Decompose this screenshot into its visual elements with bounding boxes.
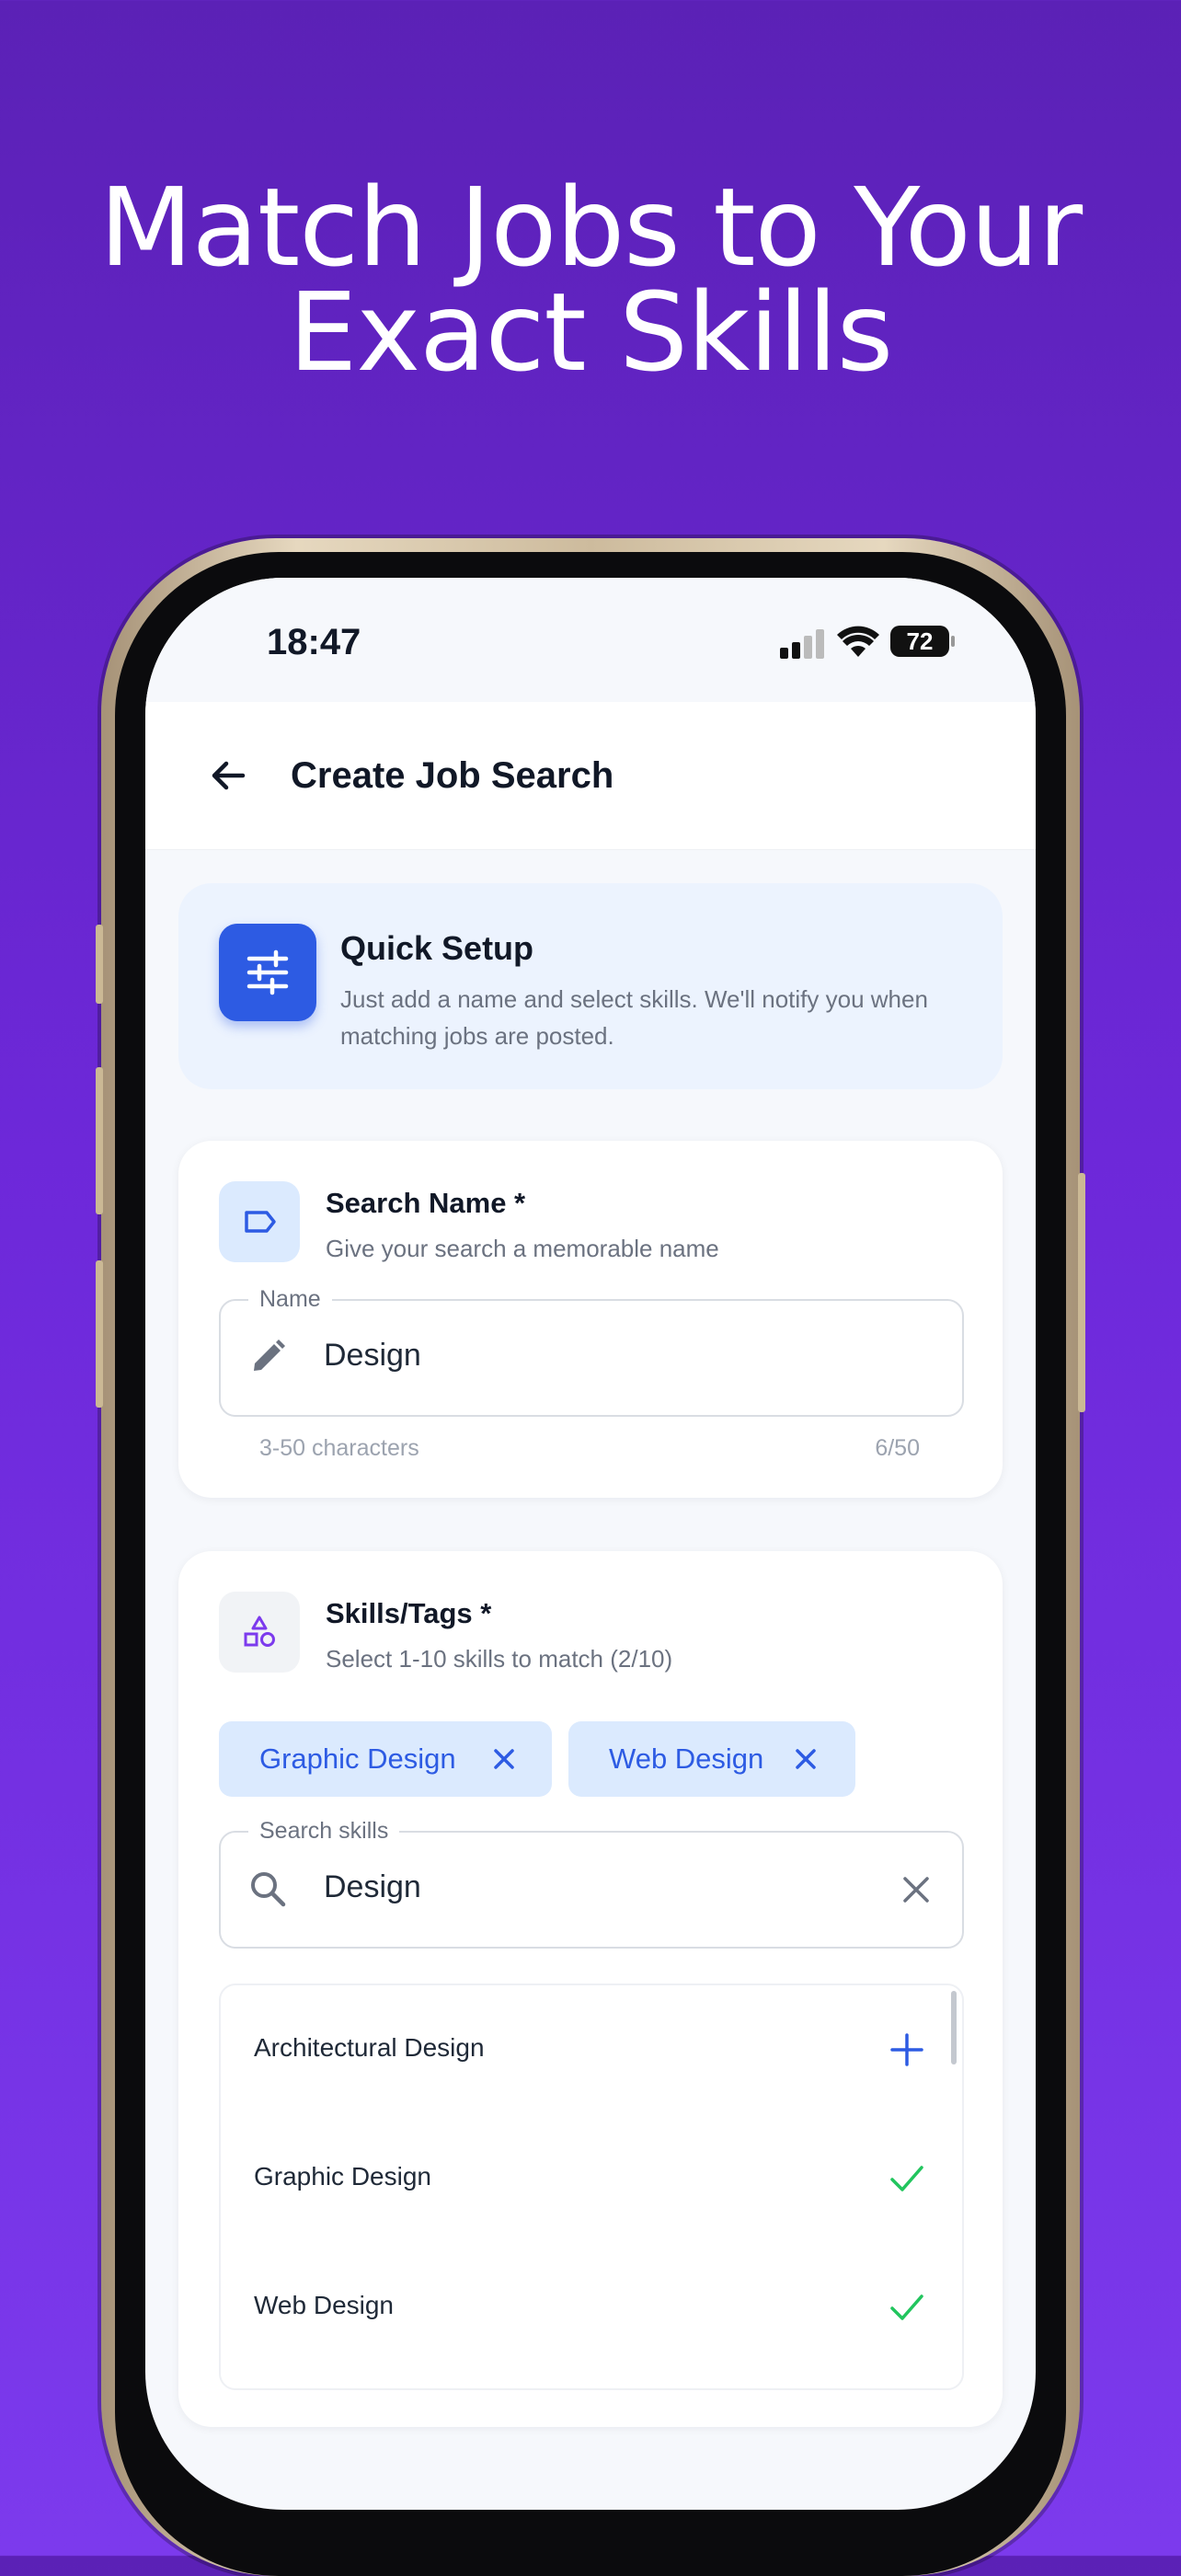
- name-field-value: Design: [324, 1338, 421, 1373]
- headline: Match Jobs to Your Exact Skills: [0, 164, 1181, 396]
- search-name-title: Search Name *: [326, 1187, 526, 1219]
- cellular-signal-icon: [780, 629, 826, 659]
- headline-line-1: Match Jobs to Your: [98, 164, 1083, 291]
- headline-line-2: Exact Skills: [288, 269, 893, 396]
- phone-screen: 18:47 72 Create Job Search Quick Setup J…: [145, 578, 1036, 2510]
- quick-setup-title: Quick Setup: [340, 929, 534, 967]
- skill-chip[interactable]: Graphic Design: [219, 1721, 552, 1797]
- phone-power-button: [1078, 1173, 1085, 1412]
- status-time: 18:47: [267, 622, 361, 662]
- skill-search-label: Search skills: [248, 1818, 400, 1845]
- skill-chip-label: Graphic Design: [259, 1742, 456, 1775]
- search-name-subtitle: Give your search a memorable name: [326, 1235, 719, 1262]
- battery-indicator: 72: [890, 626, 955, 657]
- remove-chip-icon[interactable]: [791, 1744, 820, 1774]
- sliders-icon: [219, 924, 316, 1021]
- skill-chip-label: Web Design: [609, 1742, 764, 1775]
- clear-search-icon[interactable]: [898, 1871, 934, 1908]
- search-name-card: Search Name * Give your search a memorab…: [178, 1141, 1003, 1498]
- list-item-label: Web Design: [254, 2291, 395, 2319]
- page-title: Create Job Search: [291, 755, 614, 796]
- back-arrow-icon[interactable]: [202, 750, 254, 801]
- list-item-label: Architectural Design: [254, 2033, 485, 2062]
- skill-search-value: Design: [324, 1869, 421, 1904]
- name-field[interactable]: Name Design: [219, 1286, 964, 1417]
- shapes-icon: [219, 1592, 300, 1673]
- quick-setup-banner: Quick Setup Just add a name and select s…: [178, 883, 1003, 1089]
- quick-setup-text: Just add a name and select skills. We'll…: [340, 985, 928, 1050]
- skill-search-input[interactable]: Search skills Design: [219, 1818, 964, 1949]
- phone-silent-switch: [96, 925, 103, 1004]
- check-icon: [890, 2294, 923, 2320]
- remove-chip-icon[interactable]: [489, 1744, 519, 1774]
- app-bar: Create Job Search: [145, 702, 1036, 850]
- name-helper-text: 3-50 characters: [259, 1435, 419, 1461]
- skills-subtitle: Select 1-10 skills to match (2/10): [326, 1645, 673, 1673]
- phone-volume-up: [96, 1067, 103, 1214]
- status-bar: 18:47 72: [145, 578, 1036, 702]
- skills-title: Skills/Tags *: [326, 1597, 492, 1629]
- skill-results-list: Architectural Design Graphic Design Web …: [219, 1984, 964, 2390]
- list-item[interactable]: Graphic Design: [221, 2114, 962, 2243]
- plus-icon[interactable]: [887, 2030, 927, 2070]
- skills-card: Skills/Tags * Select 1-10 skills to matc…: [178, 1551, 1003, 2427]
- tag-icon: [219, 1181, 300, 1262]
- name-field-label: Name: [248, 1286, 332, 1313]
- list-item[interactable]: Web Design: [221, 2243, 962, 2372]
- check-icon: [890, 2166, 923, 2191]
- pencil-icon: [254, 1340, 285, 1371]
- list-item[interactable]: Architectural Design: [221, 1985, 962, 2114]
- wifi-icon: [837, 626, 879, 657]
- search-icon: [251, 1872, 286, 1907]
- phone-volume-down: [96, 1260, 103, 1408]
- name-character-counter: 6/50: [875, 1435, 920, 1461]
- list-item-label: Graphic Design: [254, 2162, 431, 2191]
- skill-chip[interactable]: Web Design: [568, 1721, 855, 1797]
